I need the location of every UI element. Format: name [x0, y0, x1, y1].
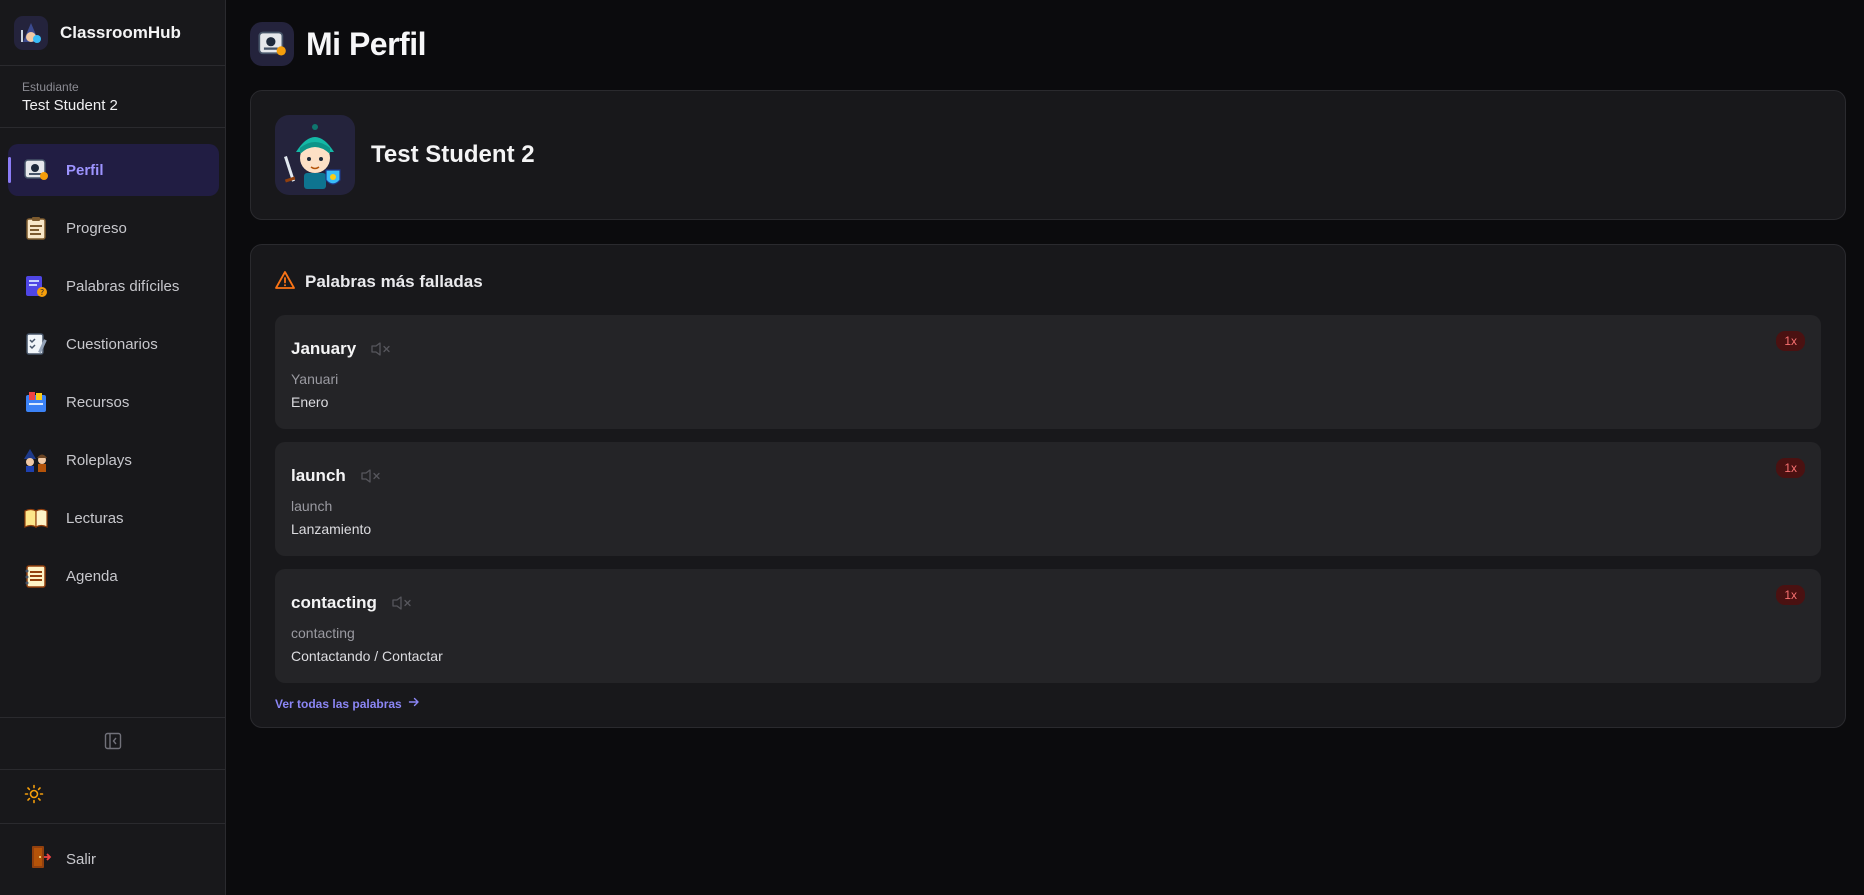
profile-name: Test Student 2 — [371, 141, 535, 168]
muted-speaker-icon[interactable] — [391, 595, 413, 611]
word-item: January Yanuari Enero 1x — [275, 315, 1821, 429]
sidebar-item-label: Cuestionarios — [66, 335, 158, 353]
arrow-right-icon — [408, 696, 420, 711]
fail-count-badge: 1x — [1776, 458, 1805, 478]
progress-clipboard-icon — [22, 214, 50, 242]
user-role: Estudiante — [22, 80, 79, 94]
page-title: Mi Perfil — [306, 25, 426, 62]
word-translation: Contactando / Contactar — [291, 648, 443, 664]
knight-avatar-icon — [284, 124, 341, 189]
agenda-icon — [22, 562, 50, 590]
word-translation: Lanzamiento — [291, 521, 372, 537]
logout-label: Salir — [66, 851, 97, 868]
word-translation: Enero — [291, 394, 329, 410]
fail-count-badge: 1x — [1776, 331, 1805, 351]
sidebar-item-agenda[interactable]: Agenda — [8, 550, 219, 602]
sidebar-item-progreso[interactable]: Progreso — [8, 202, 219, 254]
word-term: launch — [291, 466, 346, 485]
theme-toggle-button[interactable] — [0, 769, 226, 823]
collapse-sidebar-icon — [104, 732, 122, 755]
logout-button[interactable]: Salir — [0, 823, 226, 895]
sidebar-item-label: Recursos — [66, 393, 130, 411]
brand[interactable]: ClassroomHub — [0, 0, 225, 66]
sidebar-item-perfil[interactable]: Perfil — [8, 144, 219, 196]
difficult-words-icon: ? — [22, 272, 50, 300]
sidebar-item-label: Palabras difíciles — [66, 277, 180, 295]
muted-speaker-icon[interactable] — [370, 341, 392, 357]
sidebar-item-recursos[interactable]: Recursos — [8, 376, 219, 428]
user-name: Test Student 2 — [22, 97, 118, 114]
word-item: launch launch Lanzamiento 1x — [275, 442, 1821, 556]
roleplay-icon — [22, 446, 50, 474]
word-pronunciation: Yanuari — [291, 371, 339, 387]
sidebar-item-label: Lecturas — [66, 509, 124, 527]
sidebar-item-roleplays[interactable]: Roleplays — [8, 434, 219, 486]
sun-icon — [24, 784, 44, 809]
see-all-words-link[interactable]: Ver todas las palabras — [275, 696, 1821, 711]
words-header: Palabras más falladas — [275, 245, 1821, 315]
resources-icon — [22, 388, 50, 416]
sidebar-item-label: Agenda — [66, 567, 118, 585]
sidebar: ClassroomHub Estudiante Test Student 2 P… — [0, 0, 226, 895]
words-title: Palabras más falladas — [305, 272, 483, 291]
sidebar-nav: Perfil Progreso ? Palabras difíciles Cue… — [8, 144, 219, 608]
word-pronunciation: launch — [291, 498, 333, 514]
profile-card: Test Student 2 — [250, 90, 1846, 220]
avatar — [275, 115, 355, 195]
muted-speaker-icon[interactable] — [360, 468, 382, 484]
warning-icon — [275, 270, 295, 295]
word-term: January — [291, 339, 357, 358]
word-item: contacting contacting Contactando / Cont… — [275, 569, 1821, 683]
word-pronunciation: contacting — [291, 625, 355, 641]
main-content: Mi Perfil Test Student 2 Palabras más fa… — [250, 0, 1846, 728]
page-header: Mi Perfil — [250, 0, 1846, 88]
svg-text:?: ? — [40, 288, 44, 297]
fail-count-badge: 1x — [1776, 585, 1805, 605]
app-name: ClassroomHub — [60, 22, 181, 42]
sidebar-item-label: Progreso — [66, 219, 127, 237]
sidebar-item-palabras-dificiles[interactable]: ? Palabras difíciles — [8, 260, 219, 312]
word-term: contacting — [291, 593, 377, 612]
user-info: Estudiante Test Student 2 — [0, 66, 225, 128]
sidebar-item-cuestionarios[interactable]: Cuestionarios — [8, 318, 219, 370]
difficult-words-card: Palabras más falladas January Yanuari En… — [250, 244, 1846, 728]
see-all-label: Ver todas las palabras — [275, 696, 402, 711]
book-icon — [22, 504, 50, 532]
collapse-sidebar-button[interactable] — [0, 717, 226, 769]
profile-id-icon — [250, 22, 294, 66]
wizard-logo-icon — [14, 15, 48, 50]
sidebar-item-lecturas[interactable]: Lecturas — [8, 492, 219, 544]
door-exit-icon — [28, 844, 52, 875]
sidebar-item-label: Roleplays — [66, 451, 132, 469]
sidebar-item-label: Perfil — [66, 161, 104, 179]
quiz-icon — [22, 330, 50, 358]
profile-id-icon — [22, 156, 50, 184]
